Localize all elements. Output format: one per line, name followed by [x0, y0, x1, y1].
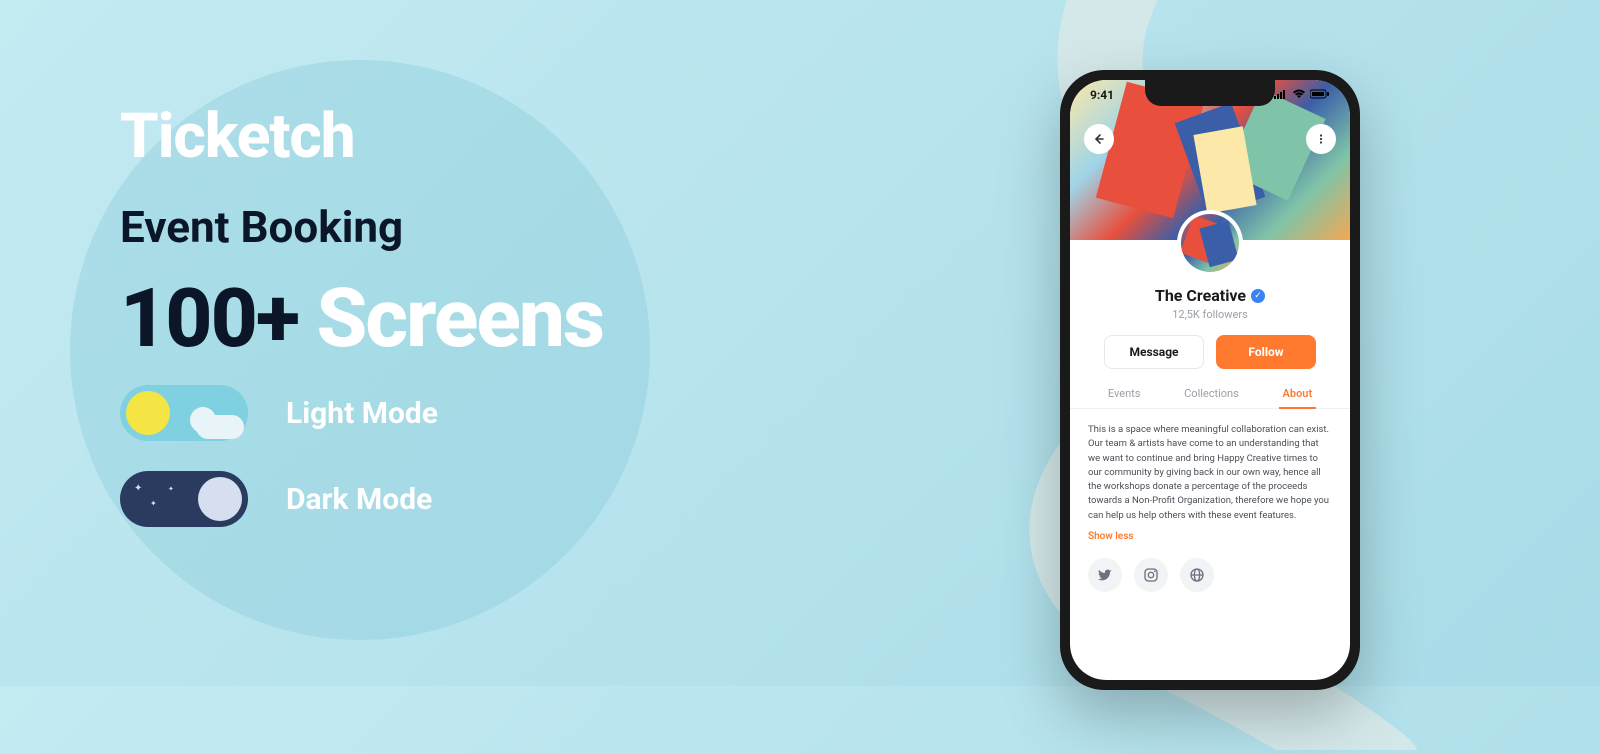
screens-count: 100+: [120, 271, 298, 367]
profile-info: The Creative ✓ 12,5K followers Message F…: [1070, 240, 1350, 608]
more-vertical-icon: [1315, 133, 1327, 145]
twitter-icon: [1097, 567, 1113, 583]
profile-tabs: Events Collections About: [1070, 387, 1350, 409]
social-links: [1070, 542, 1350, 608]
phone-screen: 9:41: [1070, 80, 1350, 680]
signal-icon: [1274, 88, 1288, 102]
followers-count: 12,5K followers: [1070, 308, 1350, 321]
follow-button[interactable]: Follow: [1216, 335, 1316, 369]
dark-mode-row: ✦ ✦ ✦ Dark Mode: [120, 471, 660, 527]
tab-events[interactable]: Events: [1108, 387, 1141, 408]
light-mode-toggle[interactable]: [120, 385, 248, 441]
moon-icon: [198, 477, 242, 521]
instagram-link[interactable]: [1134, 558, 1168, 592]
star-icon: ✦: [150, 499, 157, 508]
light-mode-row: Light Mode: [120, 385, 660, 441]
profile-actions: Message Follow: [1070, 335, 1350, 369]
dark-mode-toggle[interactable]: ✦ ✦ ✦: [120, 471, 248, 527]
battery-icon: [1310, 88, 1330, 102]
cloud-icon: [184, 409, 244, 439]
theme-modes: Light Mode ✦ ✦ ✦ Dark Mode: [120, 385, 660, 527]
brand-title: Ticketch: [120, 100, 660, 173]
status-icons: [1274, 88, 1330, 102]
sun-icon: [126, 391, 170, 435]
website-link[interactable]: [1180, 558, 1214, 592]
screens-headline: 100+ Screens: [120, 271, 660, 367]
status-time: 9:41: [1090, 88, 1114, 102]
profile-avatar[interactable]: [1177, 210, 1243, 276]
more-button[interactable]: [1306, 124, 1336, 154]
verified-badge-icon: ✓: [1251, 289, 1265, 303]
screens-word: Screens: [317, 271, 604, 367]
twitter-link[interactable]: [1088, 558, 1122, 592]
star-icon: ✦: [168, 485, 174, 493]
light-mode-label: Light Mode: [286, 396, 438, 431]
avatar-image: [1181, 214, 1239, 272]
star-icon: ✦: [134, 483, 142, 494]
subtitle: Event Booking: [120, 201, 660, 253]
tab-about[interactable]: About: [1283, 387, 1313, 408]
dark-mode-label: Dark Mode: [286, 482, 432, 517]
back-button[interactable]: [1084, 124, 1114, 154]
profile-name: The Creative: [1155, 286, 1246, 305]
instagram-icon: [1143, 567, 1159, 583]
wifi-icon: [1292, 88, 1306, 102]
phone-mockup: 9:41: [1060, 70, 1360, 690]
show-less-link[interactable]: Show less: [1070, 531, 1350, 542]
arrow-left-icon: [1093, 133, 1105, 145]
message-button[interactable]: Message: [1104, 335, 1204, 369]
about-text: This is a space where meaningful collabo…: [1070, 409, 1350, 531]
promo-content: Ticketch Event Booking 100+ Screens Ligh…: [120, 100, 660, 557]
tab-collections[interactable]: Collections: [1184, 387, 1239, 408]
phone-notch: [1145, 80, 1275, 106]
globe-icon: [1189, 567, 1205, 583]
